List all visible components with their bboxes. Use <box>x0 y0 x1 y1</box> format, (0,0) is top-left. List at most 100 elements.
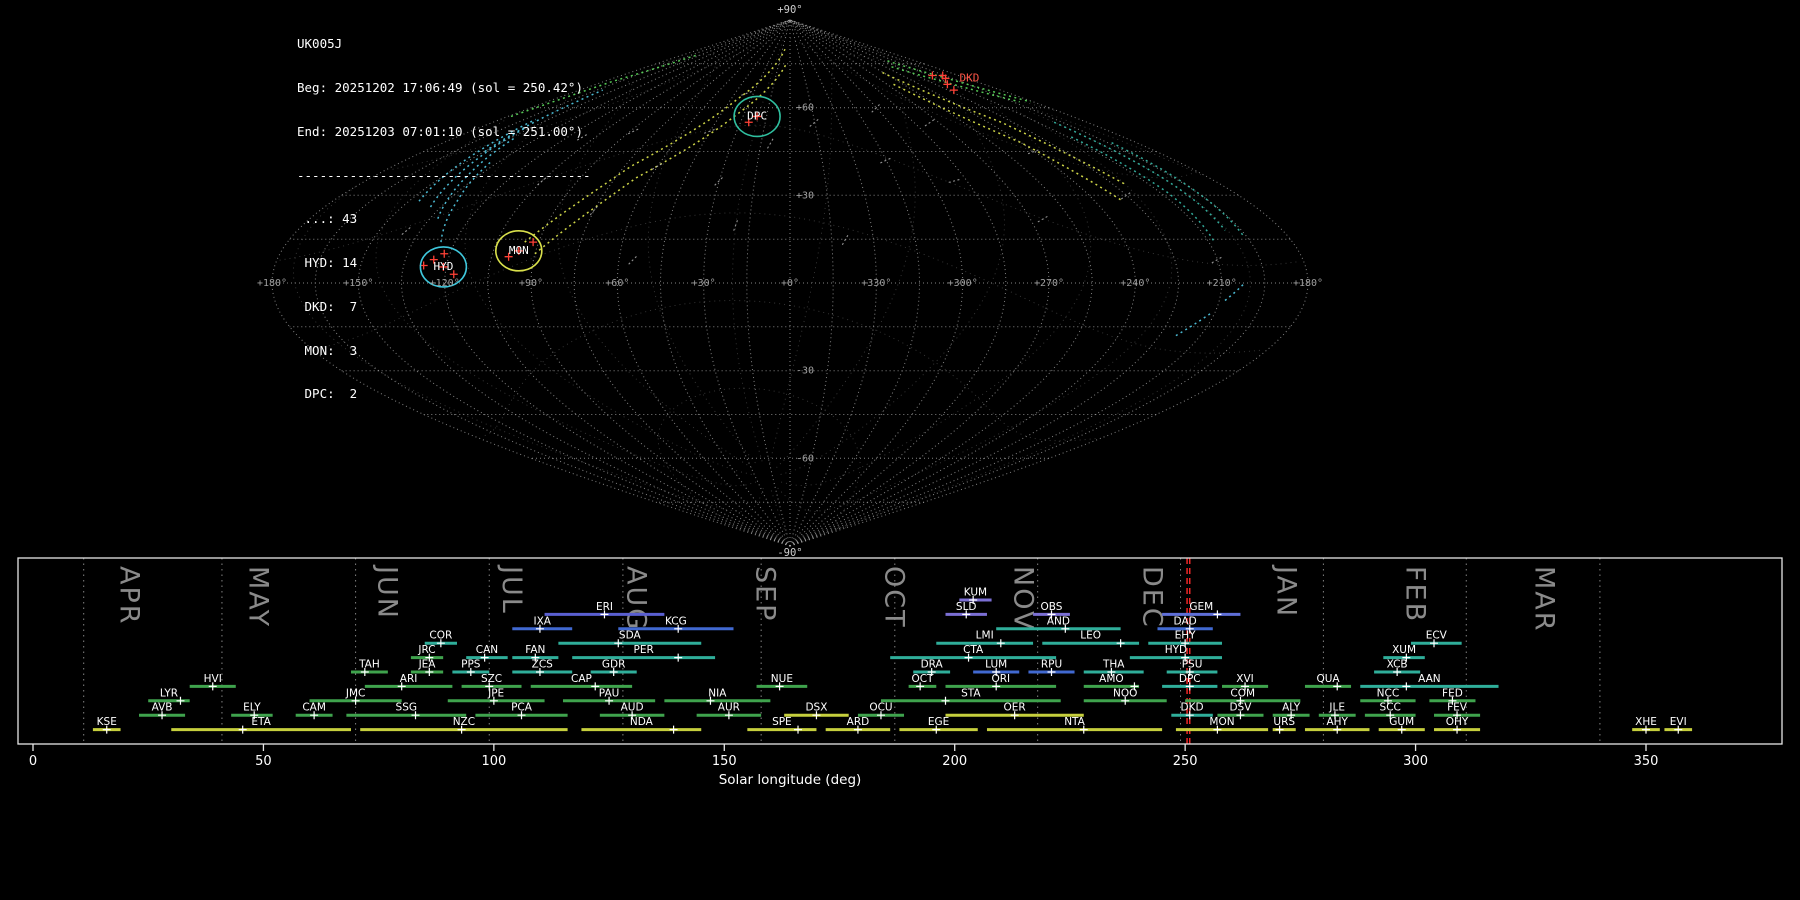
count-dpc: DPC: 2 <box>297 387 591 402</box>
month-label: MAR <box>1528 566 1559 633</box>
shower-code-label: URS <box>1273 716 1295 728</box>
shower-code-label: ORI <box>991 673 1010 685</box>
shower-code-label: OHY <box>1446 716 1469 728</box>
shower-code-label: AND <box>1047 615 1070 627</box>
shower-code-label: LMI <box>976 630 994 642</box>
secondary-meridian <box>778 108 1172 511</box>
shower-code-label: OER <box>1004 702 1026 714</box>
shower-code-label: SDA <box>619 630 642 642</box>
shower-code-label: FAN <box>525 644 545 656</box>
secondary-meridian <box>777 80 940 467</box>
secondary-meridian <box>558 80 975 467</box>
shower-code-label: IXA <box>534 615 552 627</box>
shower-code-label: SZC <box>481 673 502 685</box>
shower-peak-mark <box>239 726 247 734</box>
shower-code-label: QUA <box>1316 673 1340 685</box>
shower-code-label: ELY <box>243 702 261 714</box>
meteor-trail <box>1112 143 1244 237</box>
shower-code-label: CTA <box>963 644 984 656</box>
count-dkd: DKD: 7 <box>297 300 591 315</box>
shower-code-label: XUM <box>1392 644 1416 656</box>
shower-code-label: GUM <box>1389 716 1414 728</box>
shower-code-label: AHY <box>1326 716 1348 728</box>
shower-code-label: DKD <box>1181 702 1204 714</box>
count-mon: MON: 3 <box>297 344 591 359</box>
shower-code-label: OCT <box>911 673 934 685</box>
radiant-map-screen: HYDMONDPCDKD+90°-90°+60+30-30-60+180°+15… <box>0 0 1800 900</box>
shower-code-label: STA <box>961 687 981 699</box>
sporadic-meteor <box>1212 256 1223 263</box>
secondary-meridian <box>733 23 925 461</box>
shower-code-label: MON <box>1209 716 1234 728</box>
shower-code-label: LYR <box>160 687 178 699</box>
x-tick-label: 250 <box>1173 754 1198 769</box>
shower-code-label: AUR <box>718 702 740 714</box>
month-label: APR <box>114 566 145 626</box>
lat-tick-label: +60 <box>796 103 814 114</box>
month-label: JUN <box>372 564 403 620</box>
shower-peak-mark <box>941 697 949 705</box>
secondary-meridian <box>781 102 1091 486</box>
lon-tick-label: +30° <box>692 278 716 289</box>
shower-code-label: XHE <box>1635 716 1657 728</box>
shower-code-label: NOO <box>1113 687 1137 699</box>
meteor-trail <box>894 84 1123 201</box>
shower-code-label: PER <box>634 644 654 656</box>
secondary-meridian <box>771 111 1250 543</box>
lon-tick-label: +0° <box>781 278 799 289</box>
shower-code-label: AAN <box>1418 673 1441 685</box>
month-label: SEP <box>750 566 781 622</box>
shower-code-label: JMC <box>345 687 366 699</box>
sporadic-meteor <box>741 91 753 95</box>
shower-code-label: AUD <box>621 702 644 714</box>
shower-code-label: SCC <box>1380 702 1401 714</box>
month-label: JUL <box>496 564 527 615</box>
sporadic-meteor <box>842 234 849 245</box>
lon-tick-label: +330° <box>861 278 891 289</box>
lat-tick-label: +30 <box>796 190 814 201</box>
pole-label-north: +90° <box>777 4 802 16</box>
shower-peak-mark <box>997 639 1005 647</box>
shower-code-label: SLD <box>956 601 977 613</box>
lon-tick-label: +180° <box>257 278 287 289</box>
shower-peak-mark <box>674 654 682 662</box>
shower-code-label: LEO <box>1080 630 1101 642</box>
shower-code-label: TAH <box>358 659 380 671</box>
shower-code-label: SPE <box>772 716 792 728</box>
shower-code-label: OBS <box>1041 601 1063 613</box>
meteor-trail <box>1176 312 1212 335</box>
lon-tick-label: +270° <box>1034 278 1064 289</box>
sporadic-meteor <box>628 128 640 133</box>
shower-code-label: EGE <box>928 716 949 728</box>
shower-code-label: RPU <box>1041 659 1062 671</box>
meteor-trail <box>1054 122 1225 230</box>
shower-peak-mark <box>670 726 678 734</box>
x-tick-label: 300 <box>1403 754 1428 769</box>
radiant-label: DKD <box>960 71 980 84</box>
shower-peak-mark <box>1117 639 1125 647</box>
shower-code-label: JPE <box>487 687 504 699</box>
shower-code-label: DSX <box>805 702 827 714</box>
shower-code-label: ALY <box>1282 702 1301 714</box>
shower-code-label: SSG <box>396 702 417 714</box>
shower-code-label: ZCS <box>532 659 554 671</box>
shower-code-label: EHY <box>1175 630 1197 642</box>
grid-meridian <box>790 20 1222 546</box>
shower-code-label: FED <box>1442 687 1463 699</box>
shower-code-label: GEM <box>1189 601 1213 613</box>
sporadic-meteor <box>872 103 881 112</box>
obs-end: End: 20251203 07:01:10 (sol = 251.00°) <box>297 125 591 140</box>
count-sporadic: ...: 43 <box>297 212 591 227</box>
shower-code-label: HVI <box>204 673 222 685</box>
month-label: DEC <box>1137 566 1168 629</box>
shower-code-label: XVI <box>1236 673 1253 685</box>
count-hyd: HYD: 14 <box>297 256 591 271</box>
shower-code-label: NIA <box>708 687 727 699</box>
shower-code-label: COR <box>429 630 452 642</box>
shower-code-label: DRA <box>921 659 944 671</box>
shower-code-label: PPS <box>461 659 481 671</box>
shower-code-label: DAD <box>1174 615 1197 627</box>
shower-code-label: JRC <box>417 644 435 656</box>
month-label: NOV <box>1008 566 1039 631</box>
shower-code-label: HYD <box>1165 644 1187 656</box>
